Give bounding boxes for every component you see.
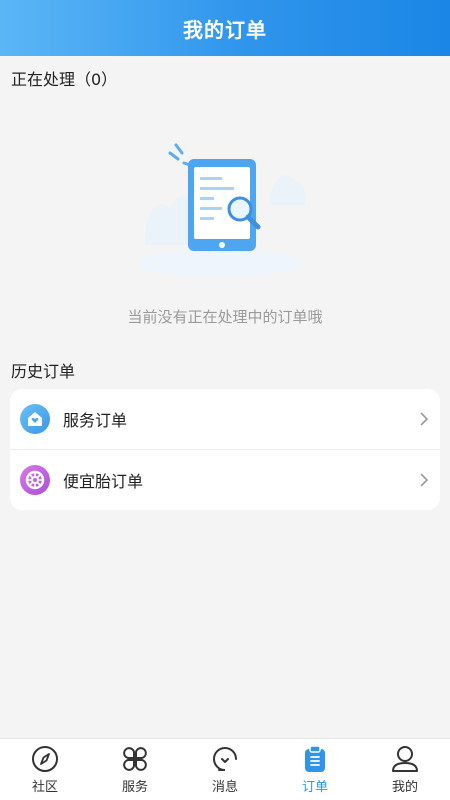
tire-orders-item[interactable]: 便宜胎订单 — [10, 449, 440, 509]
tab-profile-label: 我的 — [391, 780, 418, 795]
grid-icon — [123, 747, 147, 771]
service-orders-item[interactable]: 服务订单 — [10, 389, 440, 449]
chevron-right-icon — [420, 473, 429, 487]
history-orders-card: 服务订单 便宜胎订单 — [10, 389, 440, 510]
tab-community-label: 社区 — [31, 780, 58, 795]
service-orders-label: 服务订单 — [63, 411, 128, 430]
tab-services-label: 服务 — [121, 780, 148, 795]
tire-orders-label: 便宜胎订单 — [63, 471, 144, 491]
clipboard-icon — [305, 745, 325, 772]
chevron-right-icon — [420, 412, 429, 426]
house-heart-icon — [20, 404, 50, 434]
page-title: 我的订单 — [183, 17, 267, 42]
bottom-tab-bar: 社区 服务 消息 订单 我的 — [0, 738, 450, 800]
compass-icon — [32, 746, 58, 772]
tab-profile[interactable]: 我的 — [360, 739, 450, 800]
empty-orders-message: 当前没有正在处理中的订单哦 — [127, 308, 323, 326]
history-section-label: 历史订单 — [11, 362, 76, 381]
tab-messages[interactable]: 消息 — [180, 739, 270, 800]
tab-orders-label: 订单 — [301, 780, 328, 795]
header-bar: 我的订单 — [0, 0, 450, 56]
tire-icon — [20, 464, 50, 495]
user-icon — [392, 746, 418, 772]
empty-orders-illustration — [138, 143, 306, 277]
tab-orders[interactable]: 订单 — [270, 739, 360, 800]
chat-icon — [213, 747, 237, 771]
tab-community[interactable]: 社区 — [0, 739, 90, 800]
tab-services[interactable]: 服务 — [90, 739, 180, 800]
tab-messages-label: 消息 — [211, 780, 238, 795]
processing-section-label: 正在处理（0） — [11, 70, 118, 89]
